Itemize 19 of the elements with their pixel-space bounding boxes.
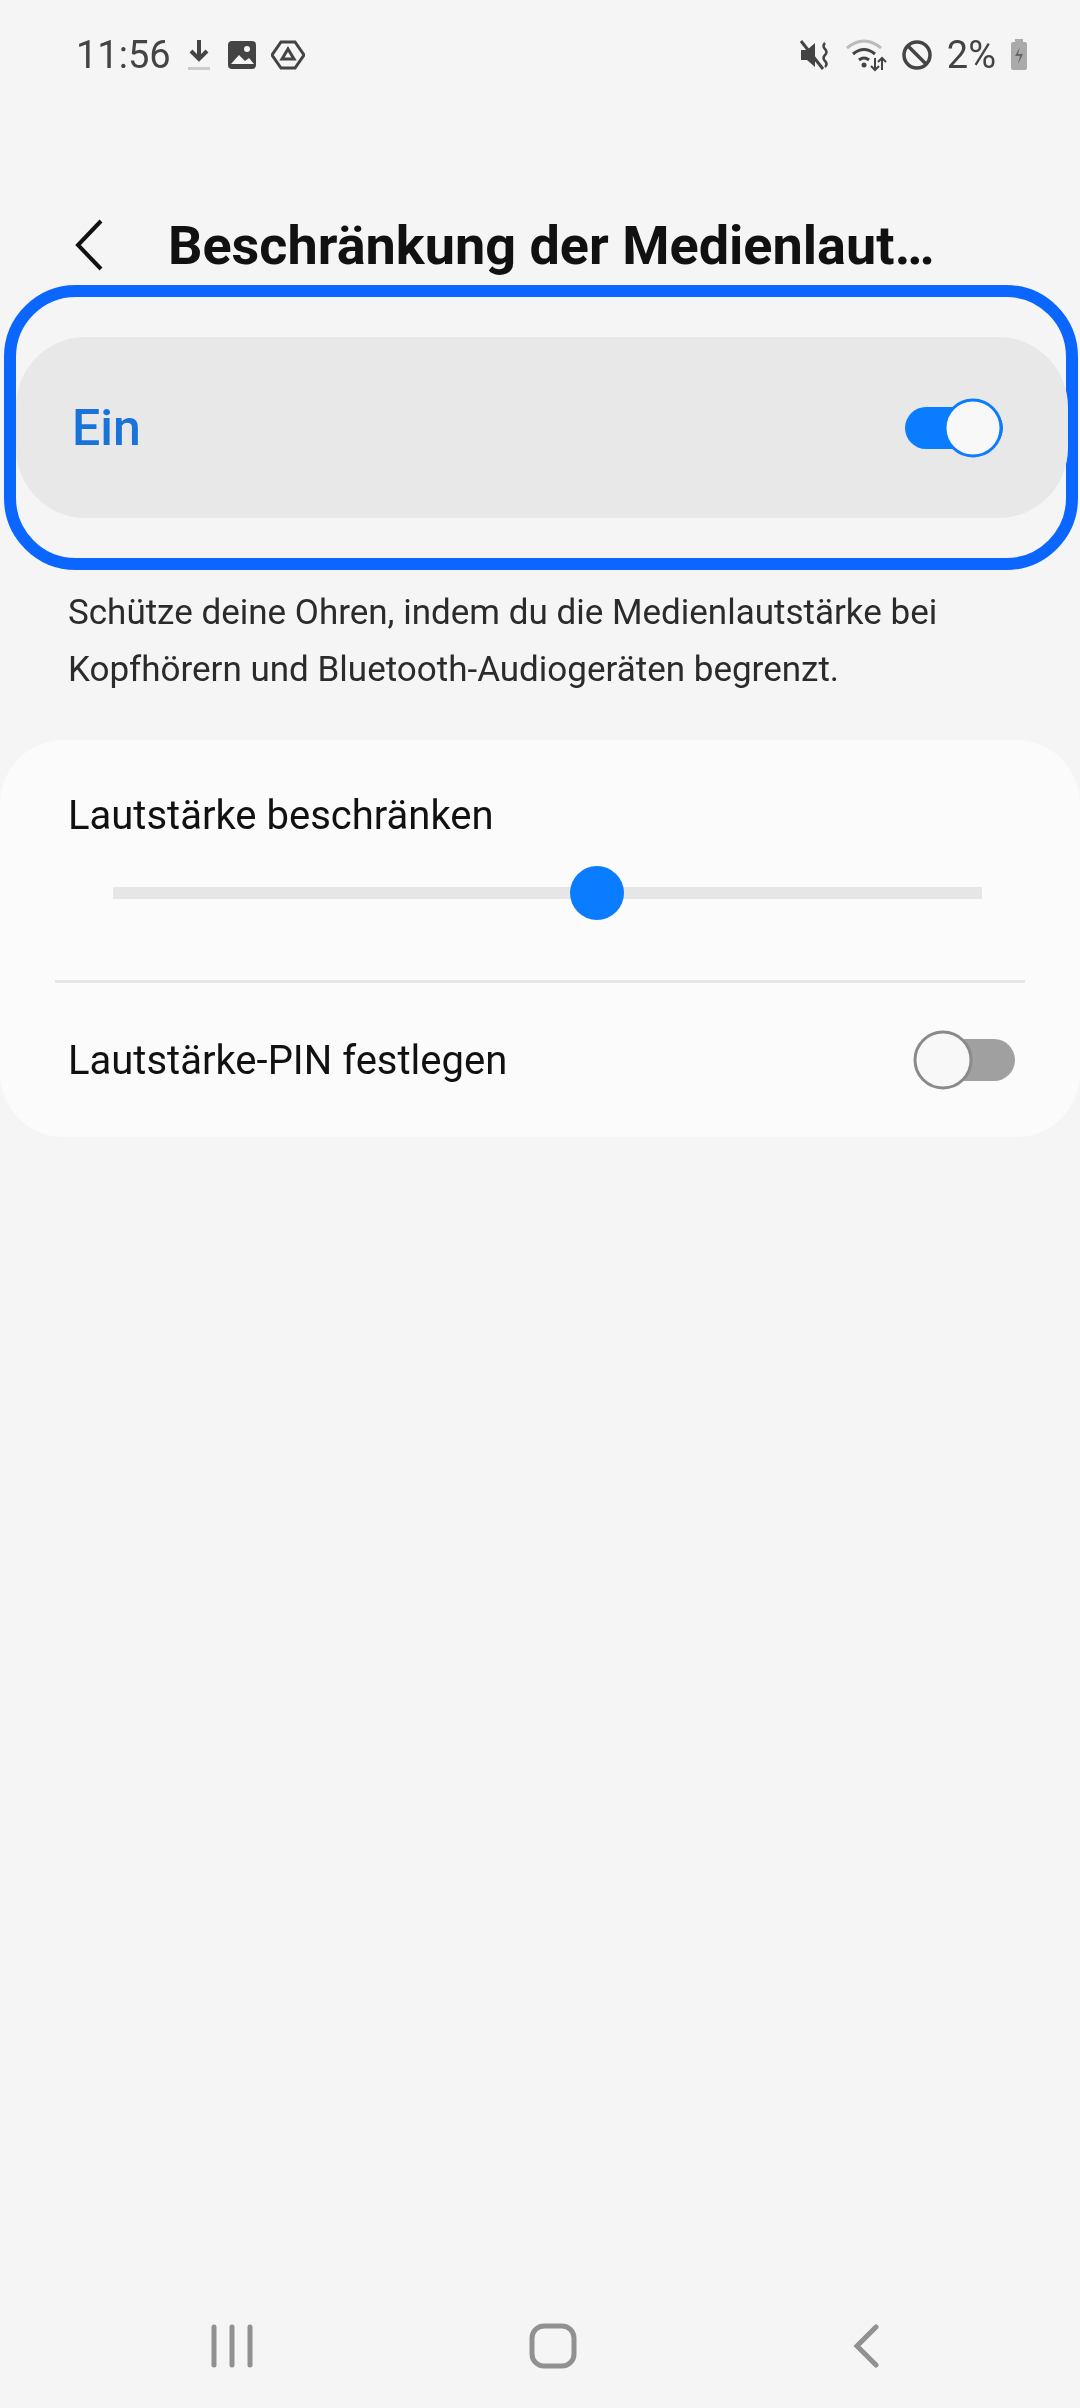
triangle-icon — [270, 40, 305, 70]
battery-percent: 2% — [946, 33, 996, 77]
battery-icon — [1010, 39, 1028, 71]
setting-label: Lautstärke beschränken — [68, 792, 495, 839]
slider-thumb[interactable] — [570, 866, 625, 920]
setting-label: Lautstärke-PIN festlegen — [68, 1036, 509, 1084]
switch-card[interactable]: Ein — [16, 337, 1068, 518]
description-text: Schütze deine Ohren, indem du die Medienlautstärke bei Kopfhörern und Bluetooth-Audiogeräten begrenzt. — [68, 591, 939, 692]
pin-row[interactable]: Lautstärke-PIN festlegen — [0, 983, 1080, 1137]
mute-vibrate-icon — [798, 39, 831, 71]
status-time: 11:56 — [76, 33, 171, 77]
toggle-switch[interactable] — [913, 1029, 1017, 1091]
wifi-icon — [844, 38, 887, 72]
switch-label: Ein — [72, 398, 142, 457]
image-icon — [226, 40, 257, 70]
page-title: Beschränkung der Medienlaut… — [168, 213, 935, 277]
recent-apps-button[interactable] — [210, 2324, 254, 2368]
home-button[interactable] — [529, 2323, 577, 2369]
blocked-icon — [900, 39, 933, 71]
